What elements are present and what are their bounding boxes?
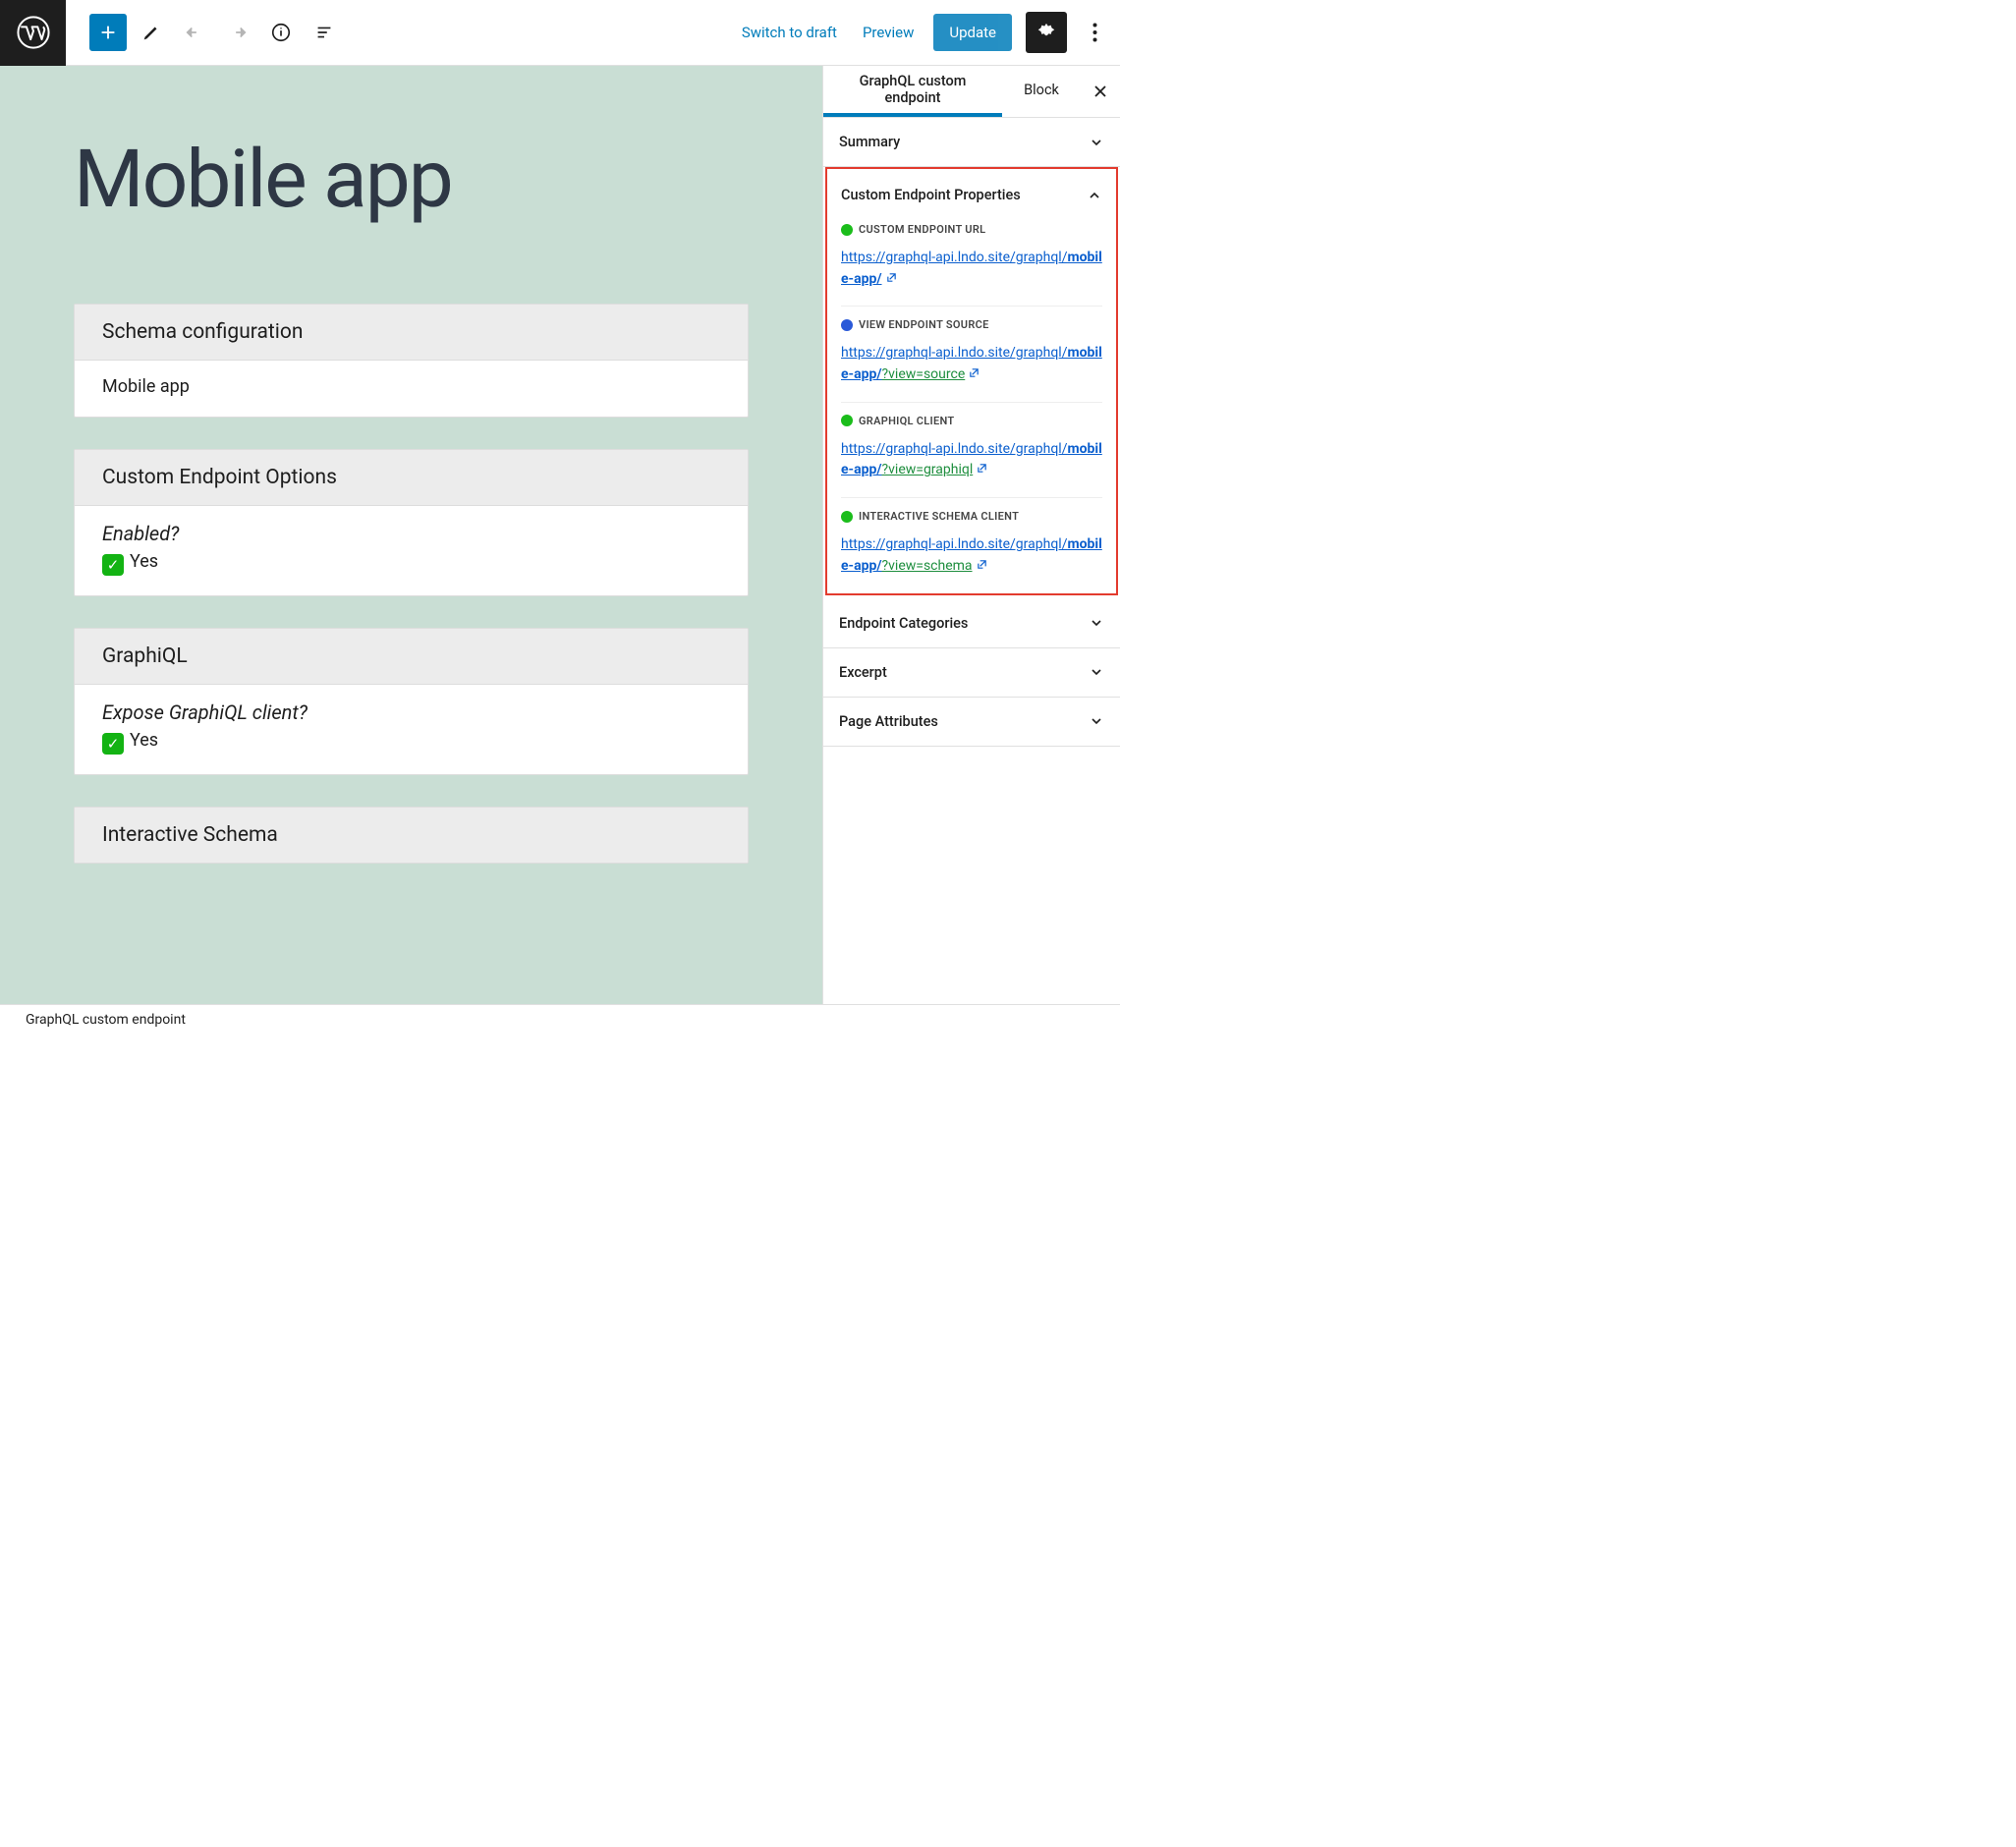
close-sidebar-button[interactable] xyxy=(1081,66,1120,117)
prop-link-view-source[interactable]: https://graphql-api.lndo.site/graphql/mo… xyxy=(841,343,1102,385)
panel-title: Summary xyxy=(839,134,900,150)
preview-button[interactable]: Preview xyxy=(857,16,920,49)
panel-title: Custom Endpoint Properties xyxy=(841,187,1021,203)
panel-toggle-custom-props[interactable]: Custom Endpoint Properties xyxy=(827,169,1116,211)
wordpress-icon xyxy=(17,16,50,49)
chevron-down-icon xyxy=(1089,135,1104,150)
more-options-button[interactable] xyxy=(1081,12,1108,53)
page-title[interactable]: Mobile app xyxy=(74,133,749,227)
info-icon xyxy=(270,22,292,43)
tab-document[interactable]: GraphQL custom endpoint xyxy=(823,66,1002,117)
panel-title: Excerpt xyxy=(839,664,887,681)
external-link-icon xyxy=(977,460,987,481)
panel-toggle-summary[interactable]: Summary xyxy=(823,118,1120,166)
check-icon: ✓ xyxy=(102,554,124,576)
block-schema-config[interactable]: Schema configuration Mobile app xyxy=(74,304,749,418)
external-link-icon xyxy=(886,269,897,291)
block-header: Custom Endpoint Options xyxy=(75,450,748,506)
external-link-icon xyxy=(977,556,987,578)
panel-toggle-page-attributes[interactable]: Page Attributes xyxy=(823,698,1120,746)
prop-label: INTERACTIVE SCHEMA CLIENT xyxy=(841,510,1102,523)
option-question: Expose GraphiQL client? xyxy=(102,700,720,724)
settings-button[interactable] xyxy=(1026,12,1067,53)
settings-sidebar: GraphQL custom endpoint Block Summary Cu… xyxy=(822,66,1120,1004)
wordpress-logo[interactable] xyxy=(0,0,66,66)
status-dot-icon xyxy=(841,511,853,523)
plus-icon xyxy=(97,22,119,43)
prop-label: VIEW ENDPOINT SOURCE xyxy=(841,318,1102,331)
edit-mode-button[interactable] xyxy=(133,14,170,51)
tab-block[interactable]: Block xyxy=(1002,66,1081,117)
chevron-down-icon xyxy=(1089,664,1104,680)
switch-to-draft-button[interactable]: Switch to draft xyxy=(736,16,843,49)
sidebar-tabs: GraphQL custom endpoint Block xyxy=(823,66,1120,118)
prop-link-endpoint-url[interactable]: https://graphql-api.lndo.site/graphql/mo… xyxy=(841,248,1102,290)
block-endpoint-options[interactable]: Custom Endpoint Options Enabled? ✓Yes xyxy=(74,449,749,596)
redo-button xyxy=(219,14,256,51)
close-icon xyxy=(1092,84,1108,99)
publish-tools: Switch to draft Preview Update xyxy=(736,12,1108,53)
panel-page-attributes: Page Attributes xyxy=(823,698,1120,747)
editor-canvas[interactable]: Mobile app Schema configuration Mobile a… xyxy=(0,66,822,1004)
prop-link-schema[interactable]: https://graphql-api.lndo.site/graphql/mo… xyxy=(841,534,1102,577)
panel-custom-endpoint-properties: Custom Endpoint Properties CUSTOM ENDPOI… xyxy=(825,167,1118,595)
block-header: Schema configuration xyxy=(75,305,748,361)
top-toolbar: Switch to draft Preview Update xyxy=(0,0,1120,66)
prop-label: GRAPHIQL CLIENT xyxy=(841,415,1102,427)
chevron-down-icon xyxy=(1089,713,1104,729)
prop-interactive-schema-client: INTERACTIVE SCHEMA CLIENT https://graphq… xyxy=(841,497,1102,592)
update-button[interactable]: Update xyxy=(933,14,1012,51)
chevron-down-icon xyxy=(1089,615,1104,631)
panel-toggle-excerpt[interactable]: Excerpt xyxy=(823,648,1120,697)
prop-link-graphiql[interactable]: https://graphql-api.lndo.site/graphql/mo… xyxy=(841,439,1102,481)
panel-excerpt: Excerpt xyxy=(823,648,1120,698)
editor-tools xyxy=(89,14,343,51)
kebab-icon xyxy=(1092,23,1097,42)
list-view-button[interactable] xyxy=(306,14,343,51)
chevron-up-icon xyxy=(1087,188,1102,203)
block-interactive-schema[interactable]: Interactive Schema xyxy=(74,807,749,864)
block-value: Mobile app xyxy=(75,361,748,417)
prop-label: CUSTOM ENDPOINT URL xyxy=(841,223,1102,236)
undo-icon xyxy=(184,22,205,43)
option-answer: ✓Yes xyxy=(102,551,720,576)
panel-title: Page Attributes xyxy=(839,713,938,730)
status-dot-icon xyxy=(841,415,853,426)
breadcrumb[interactable]: GraphQL custom endpoint xyxy=(26,1012,186,1028)
pencil-icon xyxy=(140,22,162,43)
prop-view-source: VIEW ENDPOINT SOURCE https://graphql-api… xyxy=(841,306,1102,401)
panel-toggle-endpoint-categories[interactable]: Endpoint Categories xyxy=(823,599,1120,647)
status-dot-icon xyxy=(841,224,853,236)
panel-title: Endpoint Categories xyxy=(839,615,968,632)
option-question: Enabled? xyxy=(102,522,720,545)
block-graphiql[interactable]: GraphiQL Expose GraphiQL client? ✓Yes xyxy=(74,628,749,775)
panel-summary: Summary xyxy=(823,118,1120,167)
add-block-button[interactable] xyxy=(89,14,127,51)
breadcrumb-footer: GraphQL custom endpoint xyxy=(0,1004,1120,1034)
panel-endpoint-categories: Endpoint Categories xyxy=(823,599,1120,648)
block-header: Interactive Schema xyxy=(75,808,748,863)
status-dot-icon xyxy=(841,319,853,331)
undo-button xyxy=(176,14,213,51)
prop-graphiql-client: GRAPHIQL CLIENT https://graphql-api.lndo… xyxy=(841,402,1102,497)
option-answer: ✓Yes xyxy=(102,730,720,755)
list-view-icon xyxy=(313,22,335,43)
document-info-button[interactable] xyxy=(262,14,300,51)
block-header: GraphiQL xyxy=(75,629,748,685)
gear-icon xyxy=(1036,22,1057,43)
redo-icon xyxy=(227,22,249,43)
external-link-icon xyxy=(969,364,980,386)
check-icon: ✓ xyxy=(102,733,124,755)
prop-endpoint-url: CUSTOM ENDPOINT URL https://graphql-api.… xyxy=(827,211,1116,306)
